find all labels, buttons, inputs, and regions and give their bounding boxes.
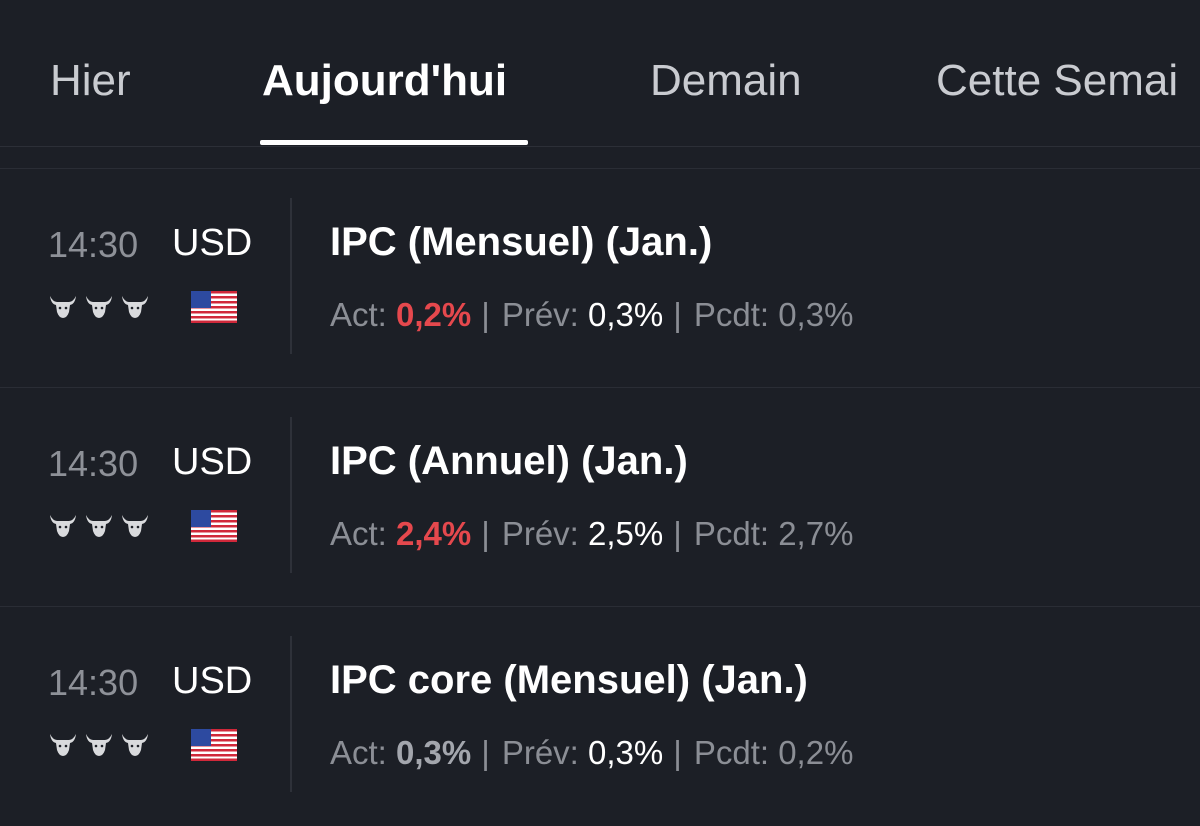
list-top-divider: [0, 168, 1200, 169]
actual-label: Act:: [330, 296, 387, 333]
bull-icon: [86, 296, 112, 318]
forecast-value: 0,3%: [588, 296, 664, 333]
tab-demain[interactable]: Demain: [650, 56, 802, 106]
stat-separator: |: [673, 515, 682, 552]
forecast-label: Prév:: [501, 296, 579, 333]
stat-separator: |: [673, 296, 682, 333]
importance-rating: [48, 511, 158, 539]
forecast-label: Prév:: [501, 515, 579, 552]
stat-separator: |: [673, 734, 682, 771]
actual-value: 0,3%: [396, 734, 472, 771]
stat-separator: |: [481, 734, 490, 771]
forecast-value: 2,5%: [588, 515, 664, 552]
bull-icon: [50, 515, 76, 537]
bull-icon: [50, 296, 76, 318]
column-divider: [290, 198, 292, 354]
us-flag-icon: [191, 510, 237, 542]
event-time: 14:30: [48, 443, 139, 484]
forecast-value: 0,3%: [588, 734, 664, 771]
bull-icon: [50, 734, 76, 756]
column-divider: [290, 417, 292, 573]
tab-cette-semaine[interactable]: Cette Semai: [936, 56, 1178, 106]
actual-value: 0,2%: [396, 296, 472, 333]
bull-icon: [86, 515, 112, 537]
active-tab-indicator: [260, 140, 528, 145]
column-divider: [290, 636, 292, 792]
event-title: IPC (Annuel) (Jan.): [330, 439, 688, 483]
previous-value: 2,7%: [778, 515, 854, 552]
event-row[interactable]: 14:30 USD IPC (Mensuel) (Jan.) Act: 0,2%…: [0, 170, 1200, 388]
tab-aujourdhui[interactable]: Aujourd'hui: [262, 56, 507, 106]
previous-label: Pcdt:: [693, 296, 770, 333]
us-flag-icon: [191, 291, 237, 323]
event-time: 14:30: [48, 662, 139, 703]
actual-label: Act:: [330, 515, 387, 552]
event-title: IPC (Mensuel) (Jan.): [330, 220, 713, 264]
bull-icon: [122, 734, 148, 756]
actual-value: 2,4%: [396, 515, 472, 552]
row-divider: [0, 387, 1200, 388]
stat-separator: |: [481, 515, 490, 552]
event-title: IPC core (Mensuel) (Jan.): [330, 658, 808, 702]
tab-hier[interactable]: Hier: [50, 56, 131, 106]
actual-label: Act:: [330, 734, 387, 771]
event-row[interactable]: 14:30 USD IPC core (Mensuel) (Jan.) Act:…: [0, 608, 1200, 826]
event-currency: USD: [172, 660, 253, 702]
row-divider: [0, 606, 1200, 607]
event-stats: Act: 2,4% | Prév: 2,5% | Pcdt: 2,7%: [330, 515, 853, 553]
event-time: 14:30: [48, 224, 139, 265]
event-stats: Act: 0,3% | Prév: 0,3% | Pcdt: 0,2%: [330, 734, 853, 772]
tab-bar: Hier Aujourd'hui Demain Cette Semai: [0, 0, 1200, 147]
previous-label: Pcdt:: [693, 734, 770, 771]
event-stats: Act: 0,2% | Prév: 0,3% | Pcdt: 0,3%: [330, 296, 853, 334]
bull-icon: [122, 296, 148, 318]
us-flag-icon: [191, 729, 237, 761]
bull-icon: [122, 515, 148, 537]
previous-value: 0,2%: [778, 734, 854, 771]
importance-rating: [48, 730, 158, 758]
forecast-label: Prév:: [501, 734, 579, 771]
stat-separator: |: [481, 296, 490, 333]
previous-label: Pcdt:: [693, 515, 770, 552]
event-currency: USD: [172, 222, 253, 264]
event-row[interactable]: 14:30 USD IPC (Annuel) (Jan.) Act: 2,4% |…: [0, 389, 1200, 607]
previous-value: 0,3%: [778, 296, 854, 333]
bull-icon: [86, 734, 112, 756]
importance-rating: [48, 292, 158, 320]
event-currency: USD: [172, 441, 253, 483]
